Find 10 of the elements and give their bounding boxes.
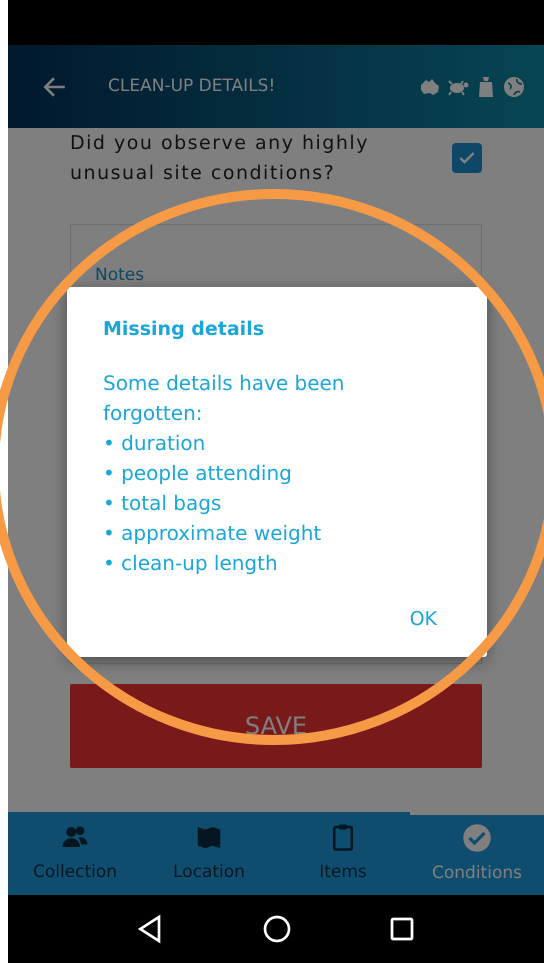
dialog-title: Missing details <box>103 317 266 342</box>
screen-title: CLEAN-UP DETAILS! <box>108 74 276 98</box>
question-text: Did you observe any highly unusual site conditions? <box>70 131 370 186</box>
missing-item: • clean-up length <box>103 550 279 576</box>
missing-item: • approximate weight <box>103 520 322 546</box>
missing-item: • total bags <box>103 490 222 516</box>
missing-item: • people attending <box>103 460 293 486</box>
missing-item: • duration <box>103 430 206 456</box>
notes-label: Notes <box>95 264 146 287</box>
dialog-message: Some details have been forgotten: <box>103 370 346 426</box>
